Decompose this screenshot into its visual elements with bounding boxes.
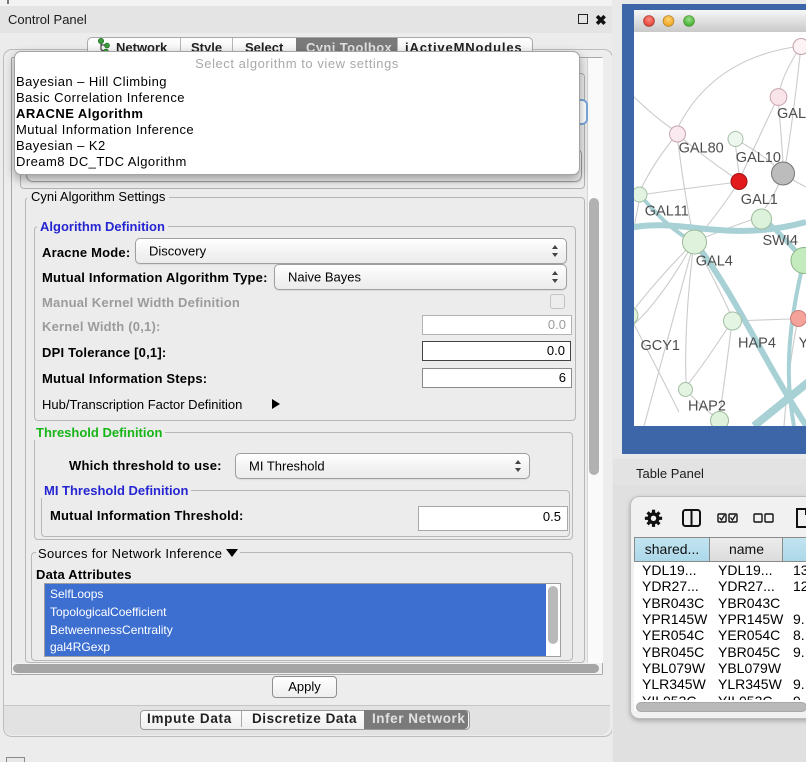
svg-text:GAL1: GAL1 <box>741 192 778 208</box>
svg-text:SWI4: SWI4 <box>763 233 798 249</box>
svg-text:GAL80: GAL80 <box>679 141 724 157</box>
svg-text:GAL10: GAL10 <box>736 150 781 166</box>
svg-text:GAL11: GAL11 <box>645 204 689 220</box>
svg-text:GAL2: GAL2 <box>777 106 806 122</box>
svg-text:GCY1: GCY1 <box>641 338 681 354</box>
svg-text:GAL4: GAL4 <box>696 254 733 270</box>
svg-text:HAP2: HAP2 <box>688 399 726 415</box>
svg-text:Y: Y <box>799 335 806 351</box>
svg-text:HAP4: HAP4 <box>738 335 776 351</box>
